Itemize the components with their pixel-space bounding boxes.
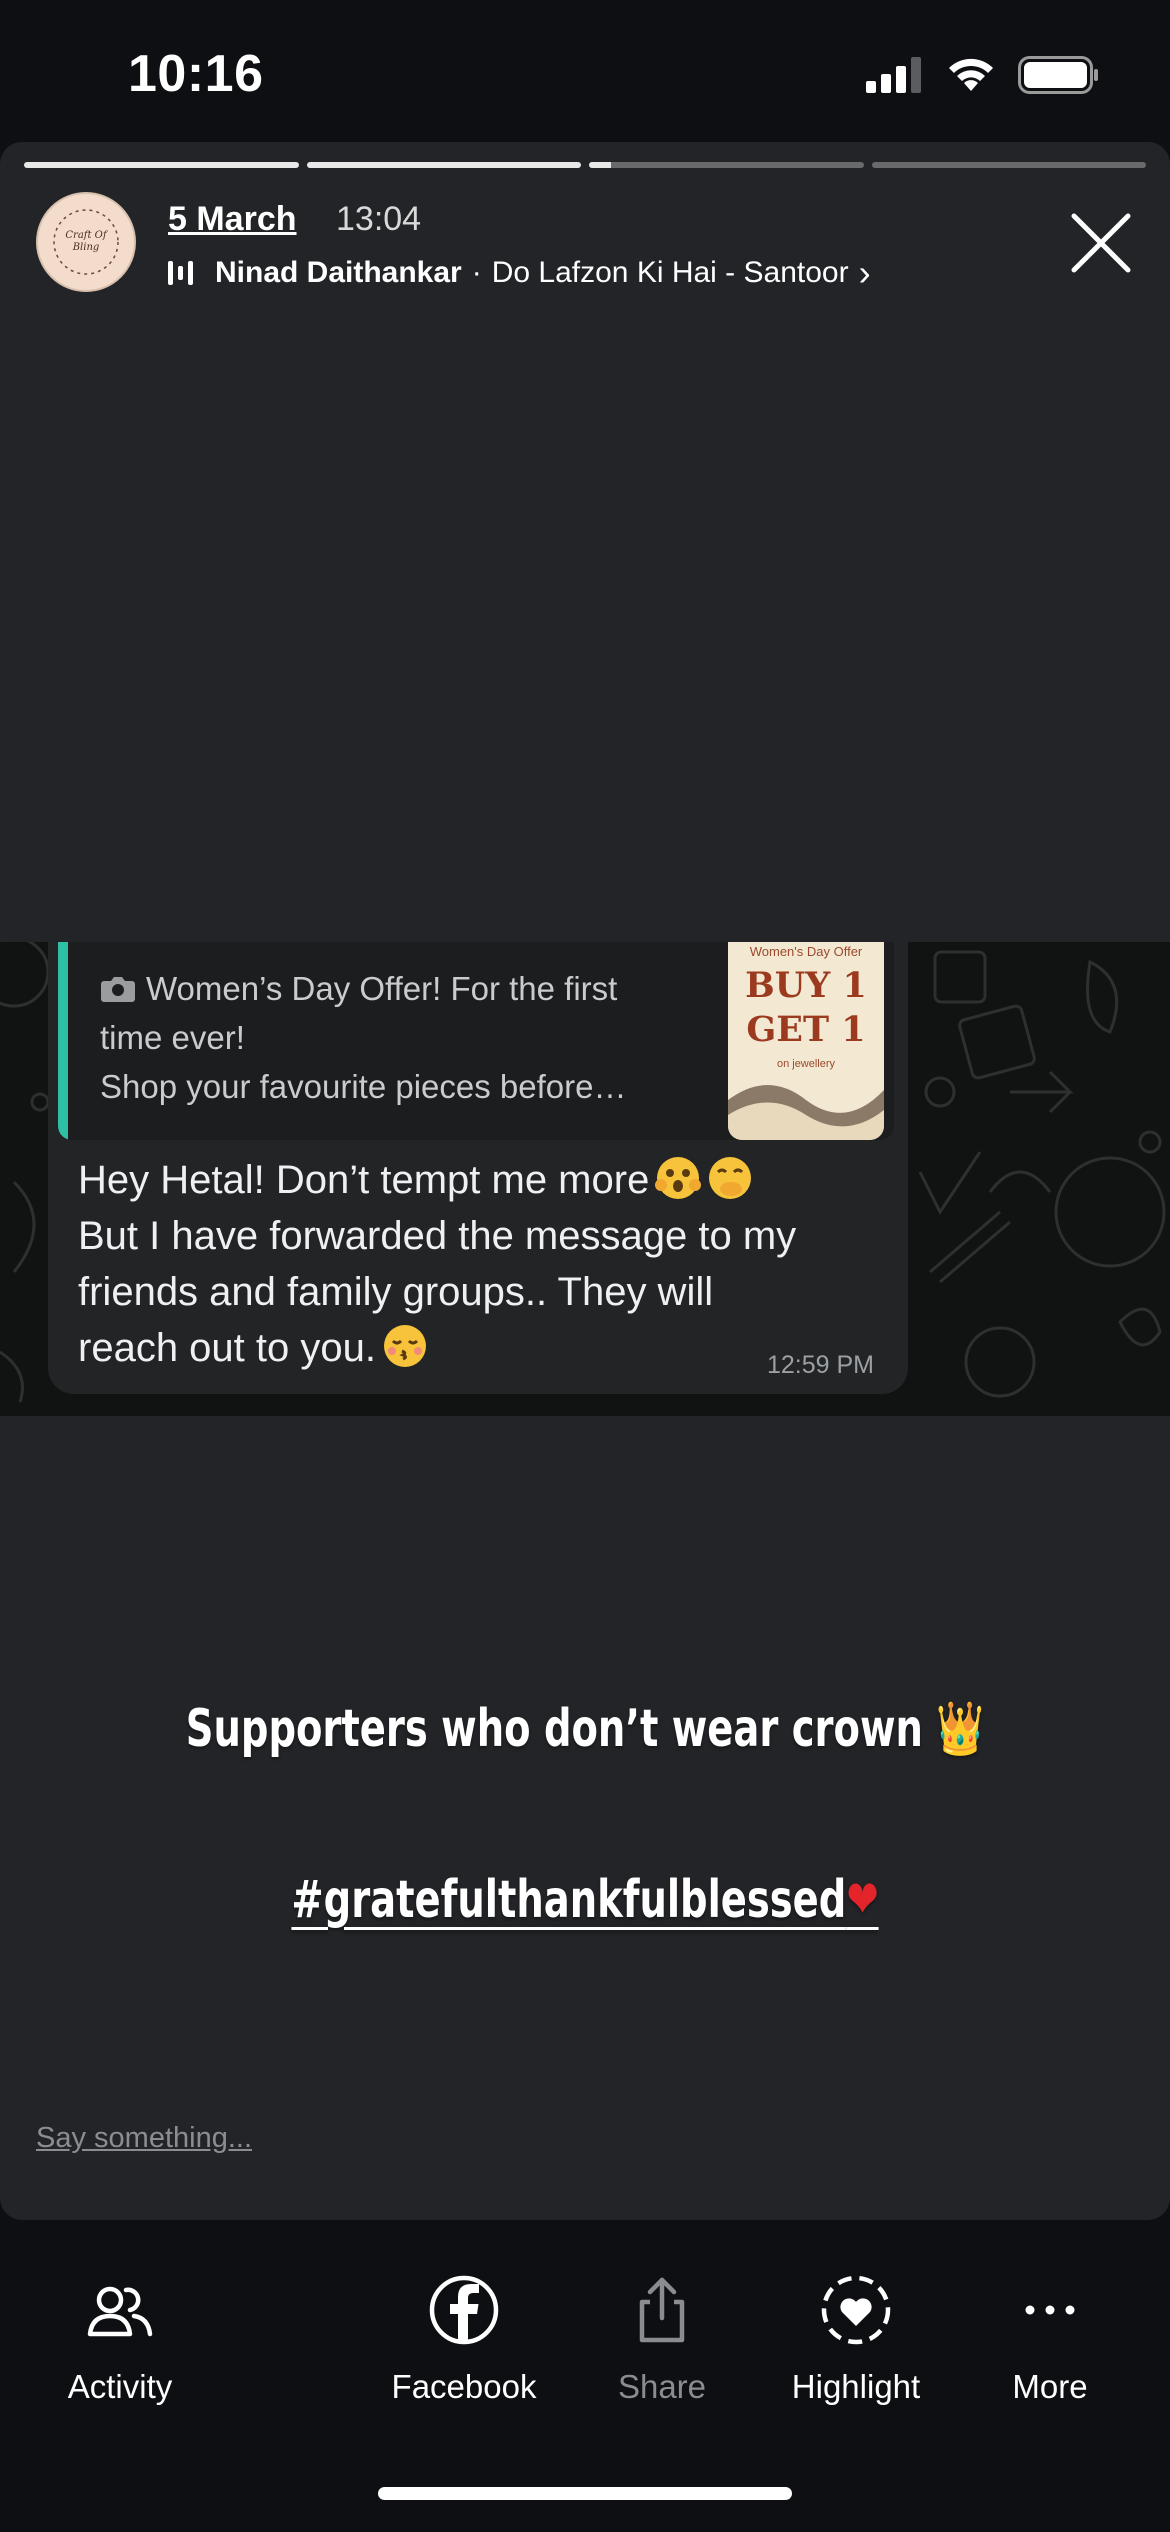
message-line: Hey Hetal! Don’t tempt me more <box>78 1152 898 1208</box>
facebook-label: Facebook <box>391 2368 537 2405</box>
progress-segment <box>24 162 299 168</box>
facebook-button[interactable]: Facebook <box>364 2272 564 2406</box>
chevron-right-icon: › <box>858 252 871 293</box>
message-line: friends and family groups.. They will <box>78 1270 714 1314</box>
quoted-message: Women’s Day Offer! For the first time ev… <box>58 942 894 1140</box>
kissing-face-emoji-icon <box>383 1325 426 1367</box>
share-icon <box>639 2277 685 2343</box>
crown-emoji-icon: 👑 <box>936 1699 985 1759</box>
avatar[interactable]: Craft Of Bling <box>36 192 136 292</box>
progress-fill <box>24 162 299 168</box>
more-button[interactable]: More <box>950 2272 1150 2406</box>
music-separator: · <box>471 256 482 289</box>
thumb-title: BUY 1 GET 1 <box>745 965 867 1050</box>
chat-screenshot: Women’s Day Offer! For the first time ev… <box>0 942 1170 1416</box>
camera-icon <box>101 977 135 1002</box>
share-button[interactable]: Share <box>562 2272 762 2406</box>
message-bubble: Women’s Day Offer! For the first time ev… <box>48 942 908 1394</box>
highlight-button[interactable]: Highlight <box>756 2272 956 2406</box>
wreath-icon <box>53 209 119 275</box>
story-progress <box>24 162 1146 168</box>
music-artist: Ninad Daithankar <box>215 256 462 289</box>
music-equalizer-icon <box>168 261 193 285</box>
activity-label: Activity <box>67 2368 173 2405</box>
message-time: 12:59 PM <box>766 1351 874 1379</box>
caption-text: Supporters who don’t wear crown <box>185 1699 923 1759</box>
story-actions-bar: Activity Facebook Share Highlight More <box>0 2220 1170 2532</box>
music-track: Do Lafzon Ki Hai - Santoor <box>491 256 849 289</box>
cellular-signal-icon <box>866 57 921 93</box>
hashtag-text[interactable]: #gratefulthankfulblessed❤ <box>291 1870 878 1930</box>
story-date[interactable]: 5 March <box>168 200 297 239</box>
close-icon[interactable] <box>1068 210 1134 276</box>
more-dots-icon <box>1025 2305 1075 2315</box>
heart-emoji-icon: ❤ <box>846 1870 879 1930</box>
hand-over-mouth-emoji-icon <box>709 1157 752 1199</box>
thumb-header: Women's Day Offer <box>749 944 863 959</box>
shocked-face-emoji-icon <box>655 1157 702 1199</box>
activity-button[interactable]: Activity <box>20 2272 220 2406</box>
status-bar: 10:16 <box>0 0 1170 140</box>
facebook-icon <box>429 2275 499 2345</box>
share-label: Share <box>617 2368 707 2405</box>
message-line: But I have forwarded the message to my <box>78 1214 797 1258</box>
quoted-line: Women’s Day Offer! For the first <box>100 964 700 1013</box>
highlight-label: Highlight <box>791 2368 921 2405</box>
progress-segment <box>871 162 1146 168</box>
battery-icon <box>1018 56 1098 94</box>
story-time: 13:04 <box>336 200 422 238</box>
progress-fill <box>589 162 611 168</box>
quoted-line: time ever! <box>100 1019 245 1056</box>
say-something-prompt[interactable]: Say something... <box>36 2122 252 2155</box>
story-viewer[interactable]: Craft Of Bling 5 March 13:04 Ninad Daith… <box>0 142 1170 2220</box>
thumb-wave-decoration <box>728 1085 884 1140</box>
quoted-thumbnail: Women's Day Offer BUY 1 GET 1 on jewelle… <box>728 942 884 1140</box>
quoted-text: Women’s Day Offer! For the first time ev… <box>100 964 700 1111</box>
home-indicator[interactable] <box>378 2487 792 2500</box>
hashtag-caption[interactable]: #gratefulthankfulblessed❤ <box>152 1870 1018 1930</box>
quoted-line: Shop your favourite pieces before… <box>100 1068 627 1105</box>
thumb-subtitle: on jewellery <box>776 1058 836 1070</box>
music-attribution[interactable]: Ninad Daithankar · Do Lafzon Ki Hai - Sa… <box>168 252 871 294</box>
activity-people-icon <box>87 2286 153 2337</box>
progress-fill <box>306 162 581 168</box>
story-header: Craft Of Bling 5 March 13:04 Ninad Daith… <box>36 192 1134 302</box>
more-label: More <box>1012 2368 1088 2405</box>
quote-accent-bar <box>58 942 68 1140</box>
progress-segment <box>589 162 864 168</box>
progress-segment <box>306 162 581 168</box>
status-time: 10:16 <box>128 45 264 103</box>
message-text: Hey Hetal! Don’t tempt me more But I hav… <box>78 1152 898 1376</box>
status-icons <box>866 56 1100 94</box>
story-caption: Supporters who don’t wear crown 👑 <box>152 1698 1018 1759</box>
wifi-icon <box>949 58 993 91</box>
highlight-heart-icon <box>821 2275 891 2345</box>
